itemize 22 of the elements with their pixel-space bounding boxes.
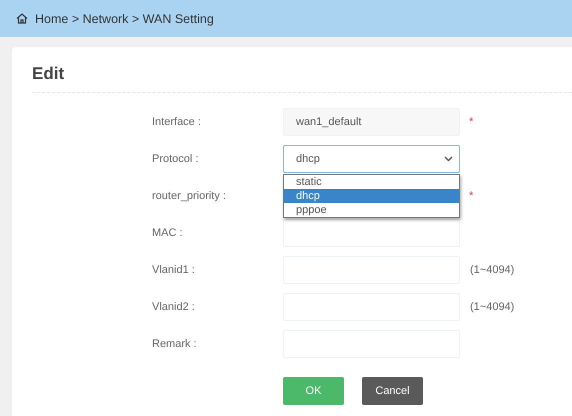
field-label: Interface : — [151, 116, 202, 128]
field-label: MAC : — [151, 226, 184, 238]
field-label: Vlanid2 : — [151, 300, 196, 312]
dropdown-option[interactable]: dhcp — [284, 188, 459, 202]
field-label: router_priority : — [151, 190, 227, 202]
field-label: Remark : — [151, 338, 198, 350]
field-label: Vlanid1 : — [151, 264, 196, 276]
breadcrumb: Home > Network > WAN Setting — [35, 12, 214, 26]
required-mark: * — [469, 190, 474, 202]
range-hint: (1~4094) — [470, 300, 514, 312]
field-label: Protocol : — [151, 152, 200, 164]
dropdown-option[interactable]: pppoe — [284, 202, 459, 216]
card-title: Edit — [31, 63, 66, 85]
chevron-down-icon — [444, 156, 453, 162]
dropdown-option[interactable]: static — [284, 174, 459, 188]
cancel-button[interactable]: Cancel — [362, 377, 423, 405]
range-hint: (1~4094) — [470, 264, 514, 276]
required-mark: * — [469, 116, 474, 128]
input-field[interactable] — [283, 218, 460, 246]
interface-field: wan1_default — [283, 108, 460, 136]
home-icon — [16, 13, 28, 24]
protocol-select[interactable]: dhcp — [283, 144, 460, 172]
